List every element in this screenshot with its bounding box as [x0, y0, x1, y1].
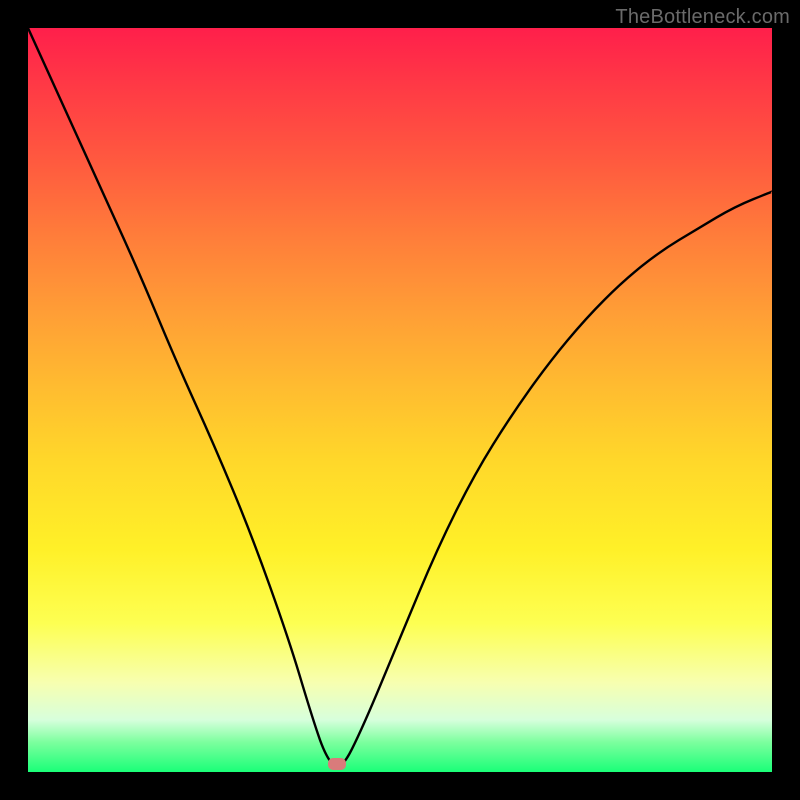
plot-area	[28, 28, 772, 772]
curve-path	[28, 28, 772, 766]
optimum-marker	[328, 758, 346, 770]
bottleneck-curve	[28, 28, 772, 772]
chart-frame: TheBottleneck.com	[0, 0, 800, 800]
watermark-text: TheBottleneck.com	[615, 6, 790, 29]
